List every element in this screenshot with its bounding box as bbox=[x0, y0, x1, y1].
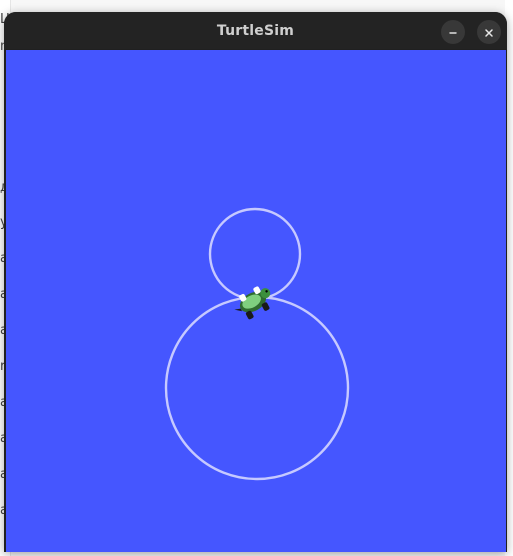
trail-large-circle bbox=[164, 295, 350, 481]
turtle-icon bbox=[234, 286, 271, 320]
minimize-button[interactable] bbox=[441, 20, 465, 44]
window-title: TurtleSim bbox=[216, 22, 295, 39]
trail-small-circle bbox=[208, 207, 302, 301]
minus-icon bbox=[448, 23, 458, 42]
x-icon bbox=[484, 23, 494, 42]
window-titlebar[interactable]: TurtleSim bbox=[4, 12, 507, 49]
canvas-drawing bbox=[164, 207, 350, 481]
turtlesim-canvas[interactable] bbox=[6, 50, 506, 552]
turtlesim-window: TurtleSim bbox=[4, 12, 507, 552]
close-button[interactable] bbox=[477, 20, 501, 44]
